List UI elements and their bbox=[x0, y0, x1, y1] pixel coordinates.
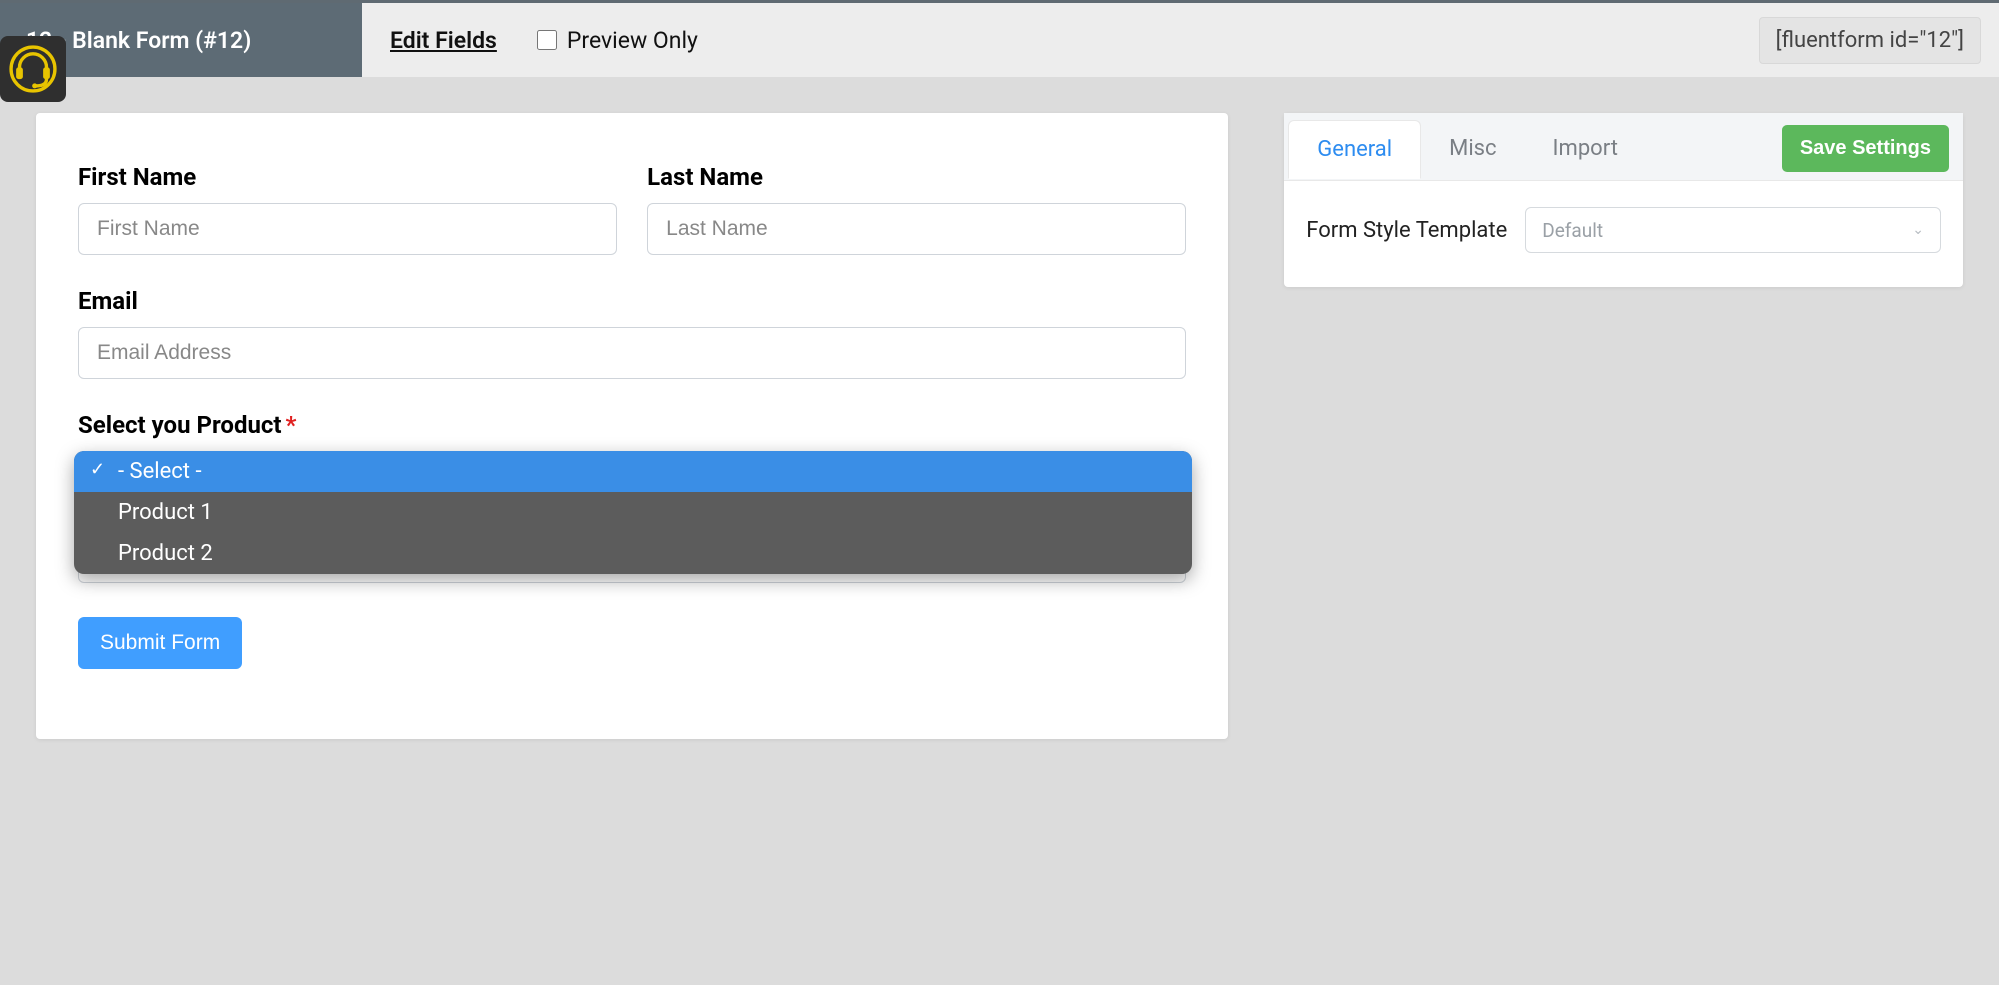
product-option-select[interactable]: - Select - bbox=[74, 451, 1192, 492]
preview-only-toggle[interactable]: Preview Only bbox=[525, 3, 698, 77]
settings-panel: General Misc Import Save Settings Form S… bbox=[1284, 113, 1963, 287]
email-label: Email bbox=[78, 287, 1186, 315]
first-name-label: First Name bbox=[78, 163, 617, 191]
preview-only-label: Preview Only bbox=[567, 27, 698, 54]
headset-icon bbox=[6, 42, 60, 96]
save-settings-button[interactable]: Save Settings bbox=[1782, 125, 1949, 172]
product-option-1[interactable]: Product 1 bbox=[74, 492, 1192, 533]
required-indicator: * bbox=[286, 411, 297, 439]
help-support-icon[interactable] bbox=[0, 36, 66, 102]
form-style-template-value: Default bbox=[1542, 219, 1603, 242]
tab-misc[interactable]: Misc bbox=[1421, 120, 1524, 177]
preview-only-checkbox[interactable] bbox=[537, 30, 557, 50]
last-name-input[interactable] bbox=[647, 203, 1186, 255]
form-style-template-select[interactable]: Default ⌄ bbox=[1525, 207, 1941, 253]
form-preview-card: First Name Last Name Email Select you Pr… bbox=[36, 113, 1228, 739]
shortcode-display[interactable]: [fluentform id="12"] bbox=[1759, 17, 1981, 64]
product-option-2[interactable]: Product 2 bbox=[74, 533, 1192, 574]
email-input[interactable] bbox=[78, 327, 1186, 379]
edit-fields-link[interactable]: Edit Fields bbox=[362, 3, 525, 77]
tab-general[interactable]: General bbox=[1288, 120, 1421, 179]
tab-import[interactable]: Import bbox=[1525, 120, 1646, 177]
form-style-template-label: Form Style Template bbox=[1306, 218, 1507, 243]
product-dropdown-menu[interactable]: - Select - Product 1 Product 2 bbox=[74, 451, 1192, 574]
submit-form-button[interactable]: Submit Form bbox=[78, 617, 242, 669]
last-name-label: Last Name bbox=[647, 163, 1186, 191]
product-label: Select you Product* bbox=[78, 411, 1186, 439]
first-name-input[interactable] bbox=[78, 203, 617, 255]
chevron-down-icon: ⌄ bbox=[1912, 222, 1924, 238]
